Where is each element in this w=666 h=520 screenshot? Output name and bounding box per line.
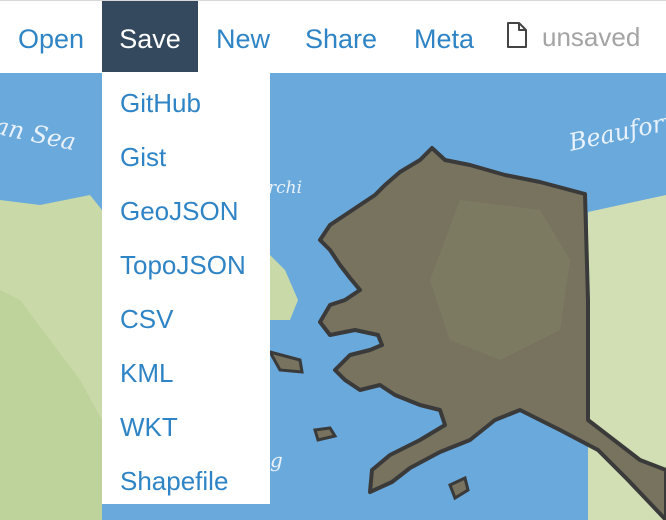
file-icon — [506, 21, 528, 53]
gulf-label: g — [270, 448, 283, 472]
save-dropdown-menu: GitHub Gist GeoJSON TopoJSON CSV KML WKT… — [102, 72, 270, 504]
map-canvas[interactable] — [0, 0, 666, 520]
file-status: unsaved — [506, 1, 640, 73]
save-geojson-item[interactable]: GeoJSON — [120, 182, 239, 236]
share-button[interactable]: Share — [288, 1, 394, 73]
save-kml-item[interactable]: KML — [120, 344, 173, 398]
open-button[interactable]: Open — [0, 1, 102, 73]
save-gist-item[interactable]: Gist — [120, 128, 166, 182]
save-csv-item[interactable]: CSV — [120, 290, 173, 344]
unsaved-status-text: unsaved — [542, 22, 641, 52]
save-github-item[interactable]: GitHub — [120, 74, 201, 128]
island-south-1 — [313, 426, 338, 442]
save-button[interactable]: Save — [102, 1, 198, 73]
new-button[interactable]: New — [198, 1, 288, 73]
save-shapefile-item[interactable]: Shapefile — [120, 452, 228, 506]
meta-button[interactable]: Meta — [394, 1, 494, 73]
save-topojson-item[interactable]: TopoJSON — [120, 236, 246, 290]
save-wkt-item[interactable]: WKT — [120, 398, 178, 452]
top-toolbar: Open Save New Share Meta unsaved — [0, 0, 666, 73]
chukchi-label: rchi — [268, 178, 303, 198]
